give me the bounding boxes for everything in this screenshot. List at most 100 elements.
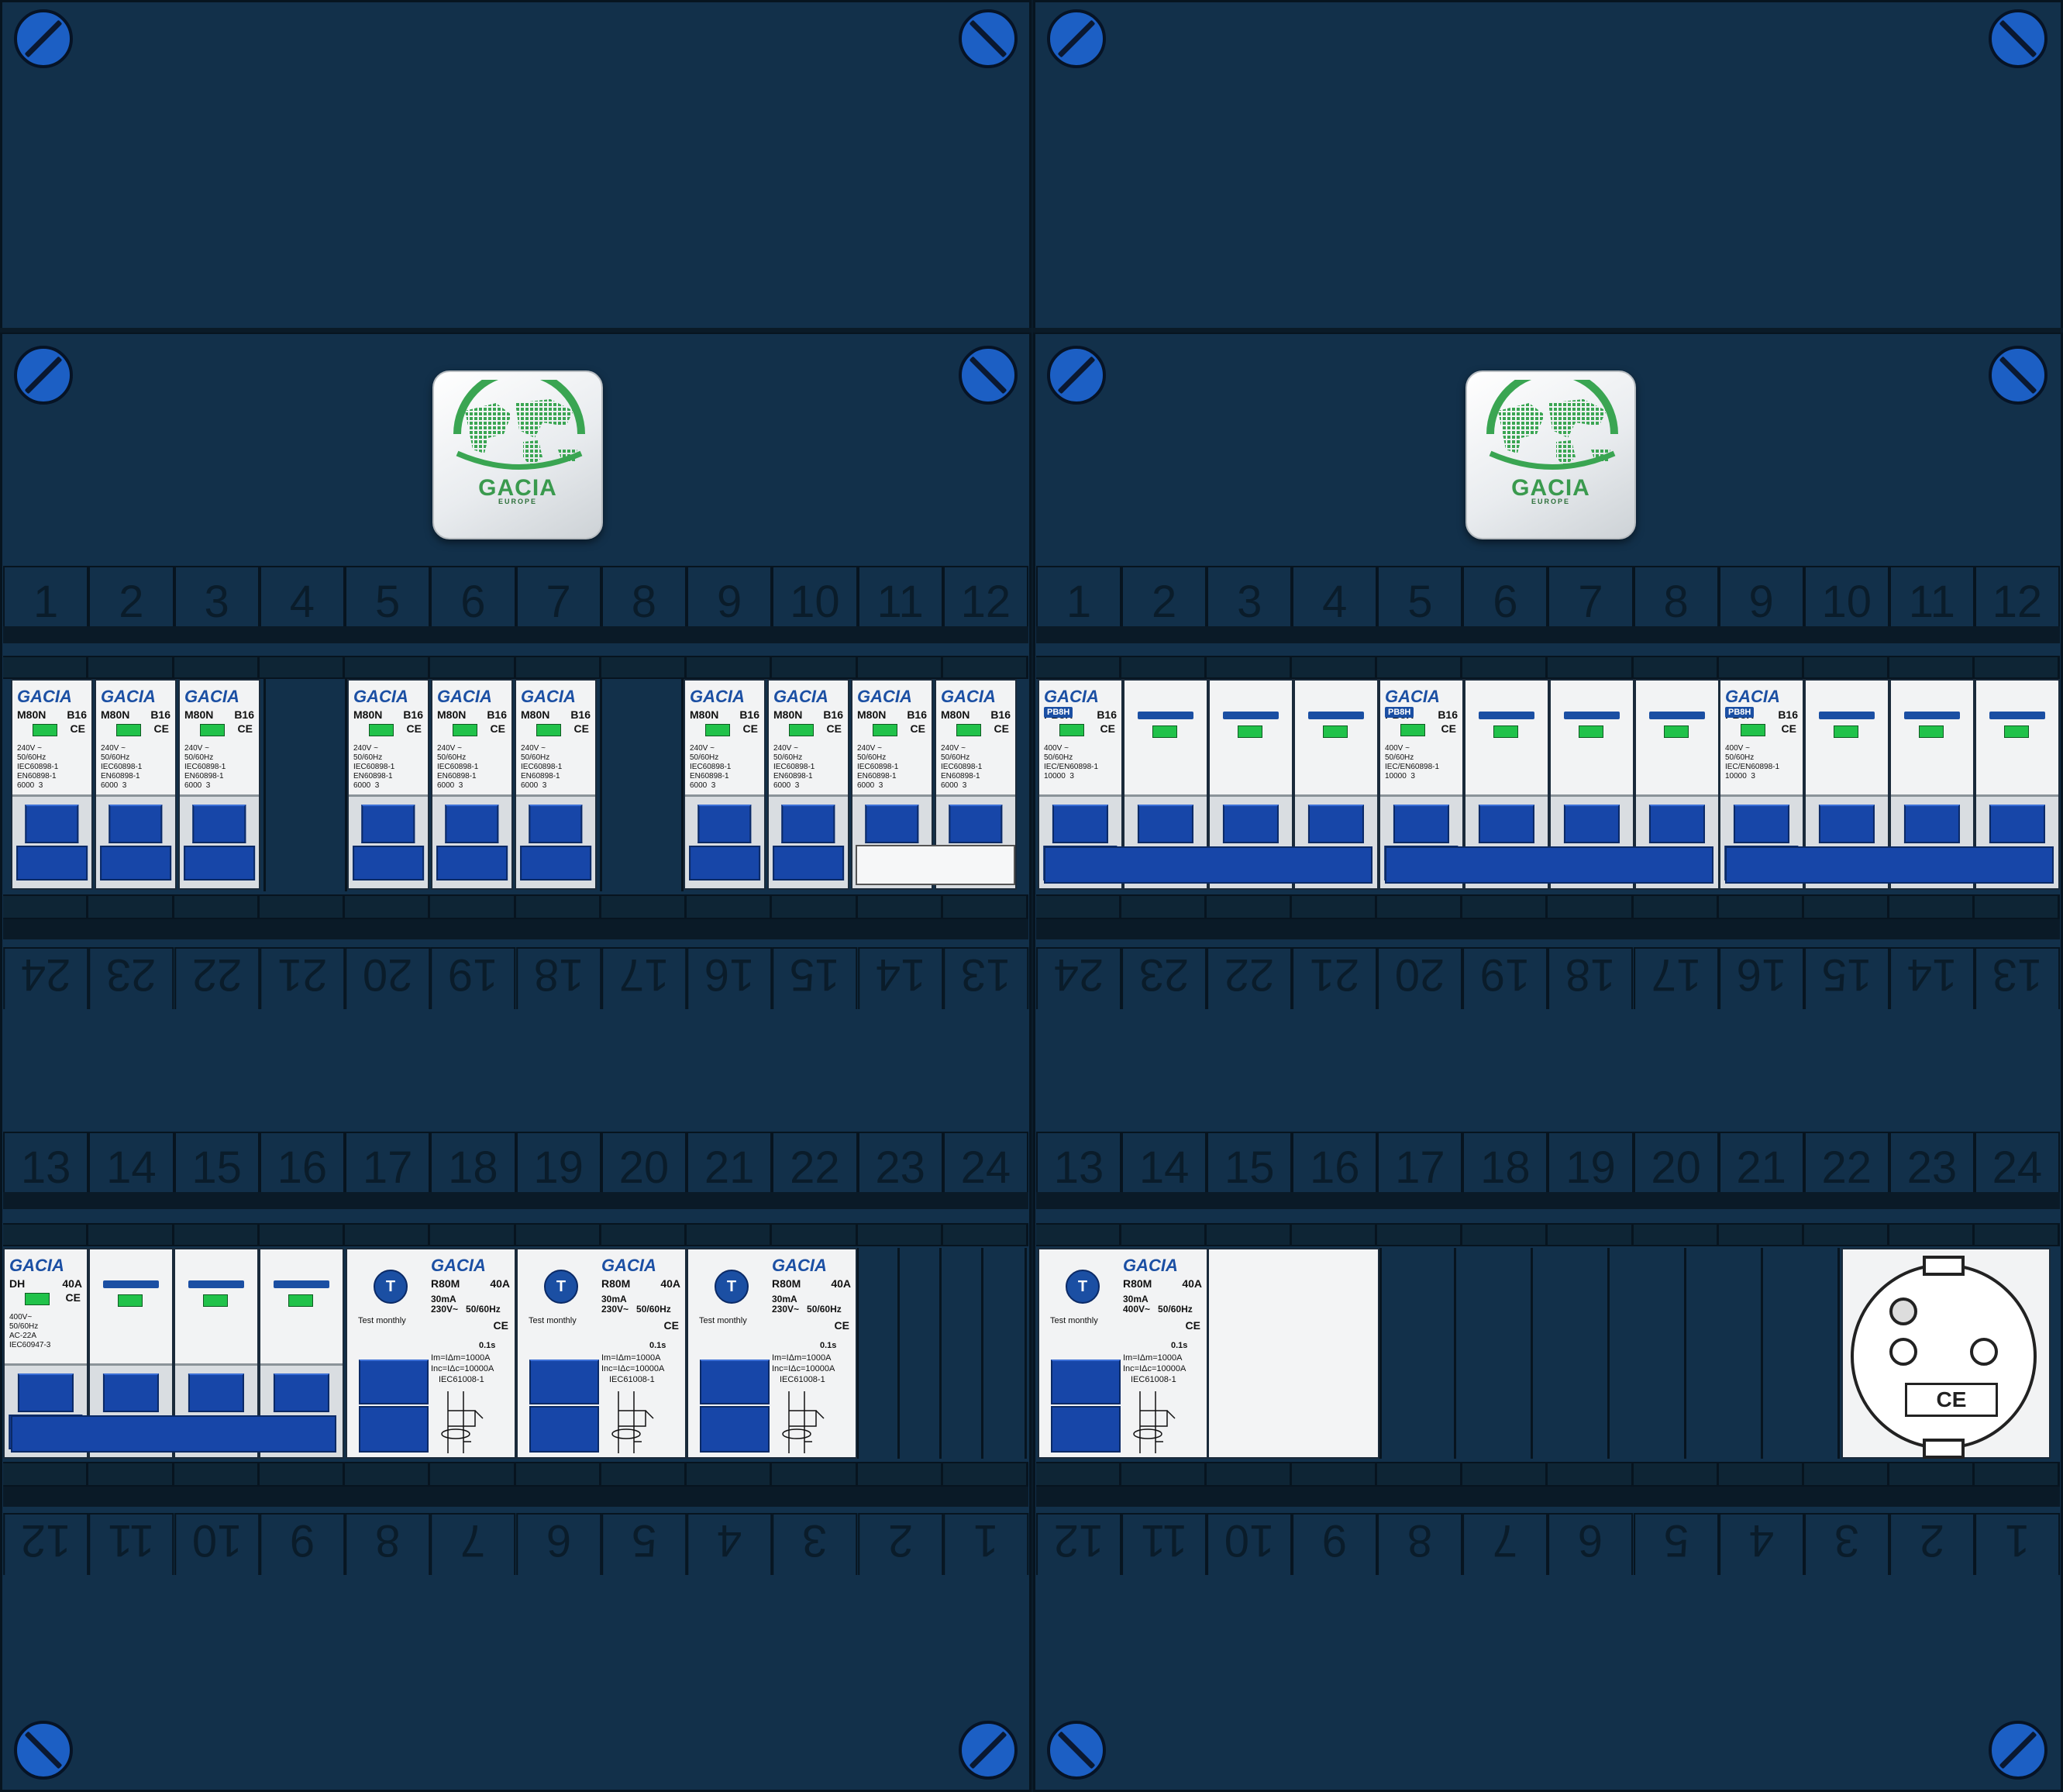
breaker-toggle[interactable]	[529, 805, 583, 843]
slot-number: 1	[1974, 1513, 2060, 1575]
screw-icon[interactable]	[14, 1721, 73, 1780]
breaker-toggle[interactable]	[361, 805, 415, 843]
slot-number: 19	[1462, 947, 1548, 1009]
breaker-toggle[interactable]	[1393, 805, 1450, 843]
schuko-socket[interactable]: CE	[1841, 1248, 2051, 1459]
slot-number: 23	[857, 1132, 943, 1194]
breaker-toggle[interactable]	[273, 1373, 330, 1412]
breaker-rating: B16	[823, 708, 843, 721]
breaker-toggle[interactable]	[1478, 805, 1535, 843]
breaker-toggle[interactable]	[1733, 805, 1790, 843]
comb-busbar	[1385, 846, 1713, 884]
breaker-toggle[interactable]	[445, 805, 499, 843]
slot-number: 3	[1803, 1513, 1889, 1575]
ce-mark: CE	[237, 722, 253, 735]
breaker-toggle[interactable]	[1818, 805, 1875, 843]
upper-busbar-left	[3, 626, 1028, 643]
breaker-toggle[interactable]	[102, 1373, 160, 1412]
breaker-toggle[interactable]	[1989, 805, 2046, 843]
breaker-toggle[interactable]	[781, 805, 835, 843]
slot-number: 23	[1889, 1132, 1975, 1194]
breaker-toggle[interactable]	[1648, 805, 1706, 843]
rcd-diagram-icon	[441, 1391, 484, 1453]
status-indicator	[2004, 725, 2030, 738]
empty-slot	[942, 1248, 983, 1459]
breaker-toggle[interactable]	[17, 1373, 74, 1412]
empty-slot	[1686, 1248, 1763, 1459]
breaker-toggle[interactable]	[25, 805, 79, 843]
status-indicator	[116, 724, 141, 736]
empty-slot	[1456, 1248, 1533, 1459]
slot-number: 9	[259, 1513, 345, 1575]
breaker-toggle[interactable]	[1222, 805, 1279, 843]
rcd: T Test monthly GACIA R80M 40A 30mA 230V~ 50/6…	[516, 1248, 687, 1459]
breaker-spec: 400V~ 50/60Hz AC-22A IEC60947-3	[9, 1313, 51, 1349]
screw-icon[interactable]	[1047, 9, 1106, 68]
breaker-toggle[interactable]	[1052, 805, 1109, 843]
slot-number: 10	[772, 566, 858, 628]
screw-icon[interactable]	[959, 1721, 1018, 1780]
slot-number: 1	[1036, 566, 1122, 628]
breaker-toggle[interactable]	[1563, 805, 1620, 843]
screw-icon[interactable]	[1047, 346, 1106, 405]
test-button-icon[interactable]: T	[544, 1270, 578, 1304]
rcd-toggle[interactable]	[1051, 1360, 1121, 1404]
circuit-breaker: GACIA M80N B16 CE 240V ~ 50/60Hz IEC60898-1 …	[11, 679, 93, 890]
screw-icon[interactable]	[1989, 346, 2048, 405]
breaker-toggle[interactable]	[108, 805, 163, 843]
screw-icon[interactable]	[1047, 1721, 1106, 1780]
ce-mark: CE	[910, 722, 925, 735]
screw-icon[interactable]	[14, 346, 73, 405]
socket-ce-mark: CE	[1905, 1383, 1998, 1417]
breaker-toggle[interactable]	[1137, 805, 1194, 843]
breaker-toggle[interactable]	[949, 805, 1003, 843]
slot-number: 4	[1718, 1513, 1804, 1575]
breaker-brand: GACIA	[9, 1256, 64, 1275]
rcd-toggle[interactable]	[700, 1360, 770, 1404]
rcd-rating: 40A	[1182, 1277, 1202, 1290]
ce-mark: CE	[1781, 722, 1796, 735]
breaker-toggle[interactable]	[1903, 805, 1961, 843]
brand-band	[1478, 712, 1535, 719]
screw-icon[interactable]	[14, 9, 73, 68]
status-indicator	[1400, 724, 1425, 736]
ce-mark: CE	[994, 722, 1009, 735]
test-button-icon[interactable]: T	[1066, 1270, 1100, 1304]
breaker-toggle[interactable]	[697, 805, 752, 843]
slot-number: 3	[174, 566, 260, 628]
breaker-toggle-base	[773, 846, 844, 880]
breaker-spec: 240V ~ 50/60Hz IEC60898-1 EN60898-1 6000…	[437, 744, 479, 790]
screw-icon[interactable]	[1989, 1721, 2048, 1780]
breaker-brand: GACIA	[1044, 687, 1099, 706]
breaker-toggle[interactable]	[865, 805, 919, 843]
rcd: T Test monthly GACIA R80M 40A 30mA 400V~ 50/6…	[1038, 1248, 1208, 1459]
rcd-standard: IEC61008-1	[780, 1375, 825, 1384]
breaker-brand: GACIA	[521, 687, 576, 706]
slot-number: 18	[1548, 947, 1634, 1009]
breaker-toggle[interactable]	[192, 805, 246, 843]
test-button-icon[interactable]: T	[374, 1270, 408, 1304]
socket-pin-right	[1970, 1338, 1998, 1366]
rcd-im: Im=IΔm=1000A	[601, 1353, 661, 1363]
rcd-rating: 40A	[831, 1277, 851, 1290]
slot-number: 22	[1207, 947, 1293, 1009]
breaker-toggle[interactable]	[188, 1373, 245, 1412]
breaker-brand: GACIA	[101, 687, 156, 706]
rcd-toggle-base	[1051, 1406, 1121, 1453]
breaker-rating: B16	[150, 708, 170, 721]
rcd-toggle[interactable]	[359, 1360, 429, 1404]
rcd-diagram-icon	[1133, 1391, 1176, 1453]
breaker-rating: B16	[1778, 708, 1798, 721]
screw-icon[interactable]	[959, 9, 1018, 68]
breaker-spec: 240V ~ 50/60Hz IEC60898-1 EN60898-1 6000…	[184, 744, 226, 790]
brand-band	[1137, 712, 1194, 719]
test-button-icon[interactable]: T	[715, 1270, 749, 1304]
rcd-toggle[interactable]	[529, 1360, 599, 1404]
screw-icon[interactable]	[959, 346, 1018, 405]
screw-icon[interactable]	[1989, 9, 2048, 68]
breaker-toggle[interactable]	[1307, 805, 1365, 843]
empty-slot	[856, 1248, 900, 1459]
slot-number-row: 1 2 3 4 5 6 7 8 9 10 11 12	[1036, 566, 2060, 628]
breaker-brand: GACIA	[1725, 687, 1780, 706]
slot-number-row: 13 14 15 16 17 18 19 20 21 22 23 24	[3, 1132, 1028, 1194]
